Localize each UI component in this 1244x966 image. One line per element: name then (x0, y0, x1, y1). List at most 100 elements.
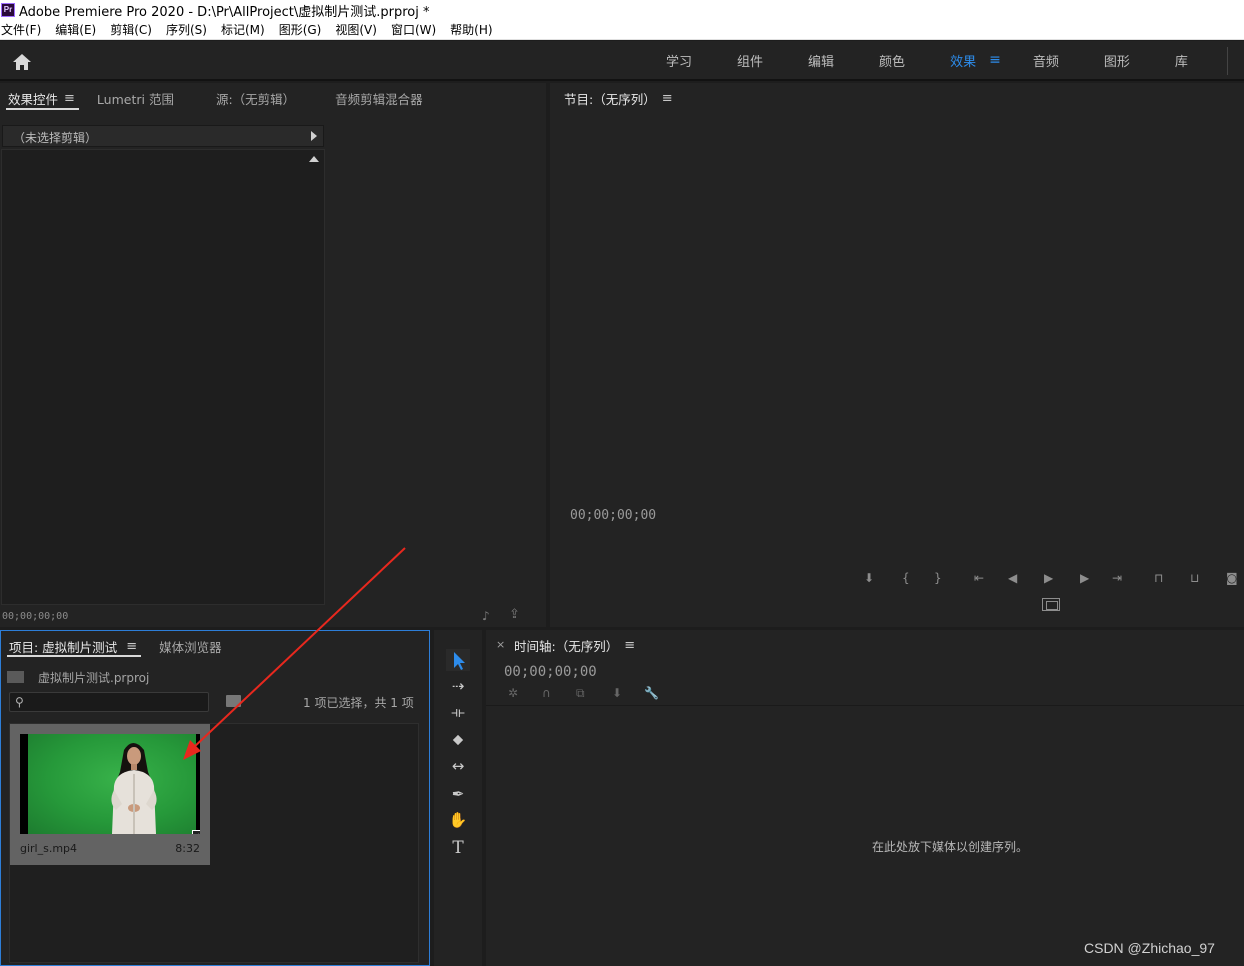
step-back-icon[interactable]: ◀ (1008, 571, 1017, 585)
watermark: CSDN @Zhichao_97 (1084, 940, 1215, 956)
selection-tool-icon[interactable] (446, 649, 470, 671)
workspace-tab-assembly[interactable]: 组件 (737, 51, 763, 70)
step-forward-icon[interactable]: ▶ (1080, 571, 1089, 585)
tab-program[interactable]: 节目:（无序列） (564, 89, 656, 108)
program-menu-icon[interactable]: ≡ (662, 91, 673, 106)
play-icon[interactable]: ▶ (1044, 571, 1053, 585)
project-file-row: 虚拟制片测试.prproj (7, 667, 149, 687)
project-search-box[interactable]: ⚲ (9, 692, 209, 712)
program-monitor-header: 节目:（无序列） ≡ (550, 83, 1244, 113)
add-marker-icon[interactable]: ⬇ (864, 571, 874, 585)
clip-duration: 8:32 (175, 842, 200, 855)
workspace-tab-audio[interactable]: 音频 (1033, 51, 1059, 70)
home-button[interactable] (8, 51, 36, 73)
drop-media-hint: 在此处放下媒体以创建序列。 (872, 840, 1029, 854)
window-title: Adobe Premiere Pro 2020 - D:\Pr\AllProje… (19, 4, 430, 20)
go-to-in-icon[interactable]: ⇤ (974, 571, 984, 585)
project-file-name: 虚拟制片测试.prproj (38, 670, 150, 685)
effect-controls-menu-icon[interactable]: ≡ (64, 91, 75, 106)
active-tab-indicator (6, 108, 79, 110)
search-icon: ⚲ (15, 695, 24, 709)
timeline-track-area[interactable]: 在此处放下媒体以创建序列。 (486, 705, 1244, 966)
tab-timeline[interactable]: 时间轴:（无序列） (514, 636, 618, 655)
program-timecode[interactable]: 00;00;00;00 (570, 508, 656, 523)
workspace-tab-libraries[interactable]: 库 (1175, 51, 1188, 70)
mark-out-icon[interactable]: } (934, 571, 942, 585)
expand-arrow-icon[interactable] (311, 131, 317, 141)
workspace-tab-graphics[interactable]: 图形 (1104, 51, 1130, 70)
nest-icon[interactable]: ✲ (508, 686, 518, 700)
menu-bar: 文件(F) 编辑(E) 剪辑(C) 序列(S) 标记(M) 图形(G) 视图(V… (0, 20, 1244, 40)
program-transport-controls: ⬇ { } ⇤ ◀ ▶ ▶ ⇥ ⊓ ⊔ ◙ (860, 571, 1244, 591)
pen-tool-icon[interactable]: ✒ (446, 785, 470, 807)
clip-selector-label: （未选择剪辑） (13, 131, 98, 145)
export-frame-icon[interactable]: ◙ (1226, 571, 1238, 585)
linked-selection-icon[interactable]: ⧉ (576, 686, 585, 701)
clip-name[interactable]: girl_s.mp4 (20, 842, 77, 855)
project-search-input[interactable] (32, 694, 202, 710)
workspace-tab-editing[interactable]: 编辑 (808, 51, 834, 70)
workspace-tab-effects[interactable]: 效果 (950, 51, 976, 70)
workspace-divider (1227, 47, 1228, 75)
selection-count: 1 项已选择，共 1 项 (303, 696, 414, 710)
extract-icon[interactable]: ⊔ (1190, 571, 1199, 585)
premiere-app-icon: Pr (1, 3, 15, 17)
loop-audio-icon[interactable]: ♪ (482, 609, 490, 623)
menu-help[interactable]: 帮助(H) (449, 21, 499, 38)
timeline-timecode[interactable]: 00;00;00;00 (504, 664, 597, 680)
slip-tool-icon[interactable]: ↔ (446, 757, 470, 779)
wrench-icon[interactable]: 🔧 (644, 686, 659, 700)
effect-controls-timeline-area (326, 125, 544, 605)
snap-icon[interactable]: ∩ (542, 686, 551, 700)
menu-graphics[interactable]: 图形(G) (278, 21, 329, 38)
tab-media-browser[interactable]: 媒体浏览器 (159, 637, 222, 656)
menu-clip[interactable]: 剪辑(C) (109, 21, 159, 38)
menu-markers[interactable]: 标记(M) (220, 21, 272, 38)
program-monitor-panel: 节目:（无序列） ≡ 00;00;00;00 ⬇ { } ⇤ ◀ ▶ ▶ ⇥ ⊓… (550, 83, 1244, 627)
tab-project[interactable]: 项目: 虚拟制片测试 (9, 637, 117, 656)
tab-effect-controls[interactable]: 效果控件 (8, 89, 58, 108)
tab-source[interactable]: 源:（无剪辑） (216, 89, 295, 108)
type-tool-icon[interactable]: T (446, 838, 470, 860)
menu-view[interactable]: 视图(V) (334, 21, 384, 38)
workspace-tabs: 学习 组件 编辑 颜色 效果 ≡ 音频 图形 库 (650, 41, 1233, 79)
workspace-tab-learn[interactable]: 学习 (666, 51, 692, 70)
clip-selector[interactable]: （未选择剪辑） (2, 125, 324, 147)
menu-edit[interactable]: 编辑(E) (54, 21, 103, 38)
safe-margins-icon[interactable] (1042, 598, 1060, 611)
person-figure (111, 743, 157, 834)
project-menu-icon[interactable]: ≡ (126, 639, 137, 654)
go-to-out-icon[interactable]: ⇥ (1112, 571, 1122, 585)
clip-thumbnail[interactable]: ↔ (20, 734, 200, 834)
razor-tool-icon[interactable]: ⬥ (446, 730, 470, 752)
track-select-tool-icon[interactable]: ⇢ (446, 677, 470, 699)
find-bin-icon[interactable] (226, 695, 241, 707)
export-icon[interactable]: ⇪ (509, 607, 520, 622)
ripple-edit-tool-icon[interactable]: ⟛ (446, 703, 470, 725)
mark-in-icon[interactable]: { (902, 571, 910, 585)
title-bar: Pr Adobe Premiere Pro 2020 - D:\Pr\AllPr… (0, 0, 1244, 20)
workspace-tab-color[interactable]: 颜色 (879, 51, 905, 70)
project-folder-icon (7, 671, 24, 683)
clip-item[interactable]: ↔ girl_s.mp4 8:32 (10, 724, 210, 865)
hand-tool-icon[interactable]: ✋ (446, 811, 470, 833)
lift-icon[interactable]: ⊓ (1154, 571, 1163, 585)
scroll-up-icon[interactable] (309, 156, 319, 162)
timeline-header: 时间轴:（无序列） ≡ (486, 630, 1244, 660)
effect-controls-list (1, 149, 325, 605)
add-marker-icon[interactable]: ⬇ (612, 686, 622, 700)
timeline-menu-icon[interactable]: ≡ (624, 638, 635, 653)
menu-window[interactable]: 窗口(W) (390, 21, 443, 38)
effect-controls-panel: 效果控件 ≡ Lumetri 范围 源:（无剪辑） 音频剪辑混合器 （未选择剪辑… (0, 83, 546, 627)
timeline-panel: × 时间轴:（无序列） ≡ 00;00;00;00 ✲ ∩ ⧉ ⬇ 🔧 在此处放… (486, 630, 1244, 966)
effect-controls-timecode[interactable]: 00;00;00;00 (2, 611, 68, 622)
tab-lumetri-scopes[interactable]: Lumetri 范围 (97, 89, 174, 108)
project-panel: 项目: 虚拟制片测试 ≡ 媒体浏览器 虚拟制片测试.prproj ⚲ 1 项已选… (0, 630, 430, 966)
active-tab-indicator (7, 655, 141, 657)
menu-sequence[interactable]: 序列(S) (165, 21, 214, 38)
tools-panel: ⇢ ⟛ ⬥ ↔ ✒ ✋ T (434, 630, 482, 966)
menu-file[interactable]: 文件(F) (0, 21, 48, 38)
workspace-menu-icon[interactable]: ≡ (989, 52, 1001, 68)
tab-audio-clip-mixer[interactable]: 音频剪辑混合器 (335, 89, 423, 108)
clip-type-badge-icon: ↔ (192, 830, 200, 834)
